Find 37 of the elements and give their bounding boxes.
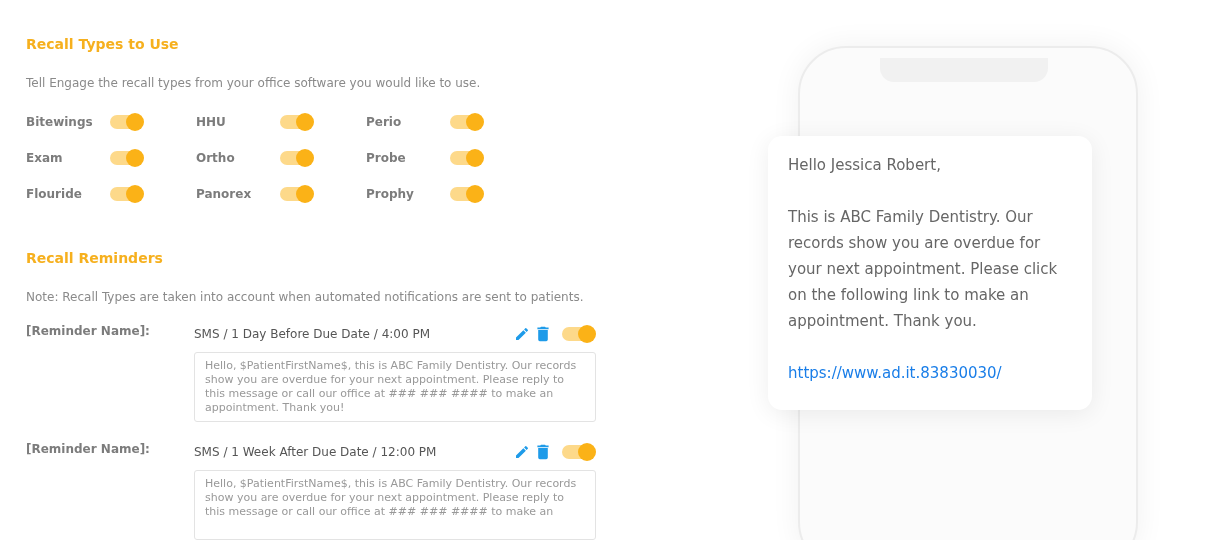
toggle-switch[interactable] (110, 148, 144, 168)
toggle-switch[interactable] (450, 112, 484, 132)
recall-type-label: Bitewings (26, 115, 94, 129)
message-field[interactable]: Hello, $PatientFirstName$, this is ABC Family Dentistry. Our records show you are overdue for your next appointment. Please reply to this message or call our office at ### ### #### to make an (194, 470, 596, 540)
recall-type-label: Panorex (196, 187, 253, 201)
pencil-icon[interactable] (514, 326, 530, 342)
section-title: Recall Reminders (26, 250, 164, 266)
recall-type-label: Perio (366, 115, 403, 129)
reminder-schedule: SMS / 1 Week After Due Date / 12:00 PM (194, 445, 438, 459)
toggle-switch[interactable] (450, 184, 484, 204)
note: Note: Recall Types are taken into account when automated notifications are sent to patients. (26, 290, 585, 304)
recall-type-label: Probe (366, 151, 407, 165)
reminder-name: [Reminder Name]: (26, 324, 151, 340)
recall-type-label: Ortho (196, 151, 236, 165)
pencil-icon[interactable] (514, 444, 530, 460)
toggle-switch[interactable] (280, 184, 314, 204)
toggle-switch[interactable] (562, 324, 596, 344)
recall-type-label: Flouride (26, 187, 83, 201)
reminder-name: [Reminder Name]: (26, 442, 151, 458)
message-field[interactable]: Hello, $PatientFirstName$, this is ABC Family Dentistry. Our records show you are overdue for your next appointment. Please reply to this message or call our office at ### ### #### to make an appointment. Thank you! (194, 352, 596, 422)
toggle-switch[interactable] (110, 184, 144, 204)
toggle-switch[interactable] (110, 112, 144, 132)
appointment-link[interactable]: https://www.ad.it.83830030/ (788, 360, 1072, 386)
toggle-switch[interactable] (280, 148, 314, 168)
toggle-switch[interactable] (562, 442, 596, 462)
toggle-switch[interactable] (450, 148, 484, 168)
recall-type-label: Prophy (366, 187, 415, 201)
reminder-schedule: SMS / 1 Day Before Due Date / 4:00 PM (194, 327, 431, 341)
trash-icon[interactable] (536, 326, 550, 342)
message-greeting: Hello Jessica Robert, (788, 155, 942, 176)
section-title: Recall Types to Use (26, 36, 180, 52)
recall-type-label: Exam (26, 151, 64, 165)
recall-type-label: HHU (196, 115, 227, 129)
toggle-switch[interactable] (280, 112, 314, 132)
trash-icon[interactable] (536, 444, 550, 460)
description: Tell Engage the recall types from your office software you would like to use. (26, 76, 482, 90)
message-body: This is ABC Family Dentistry. Our records show you are overdue for your next appointment. Please click on the following link to make an appointment. Thank you. (788, 207, 1059, 332)
